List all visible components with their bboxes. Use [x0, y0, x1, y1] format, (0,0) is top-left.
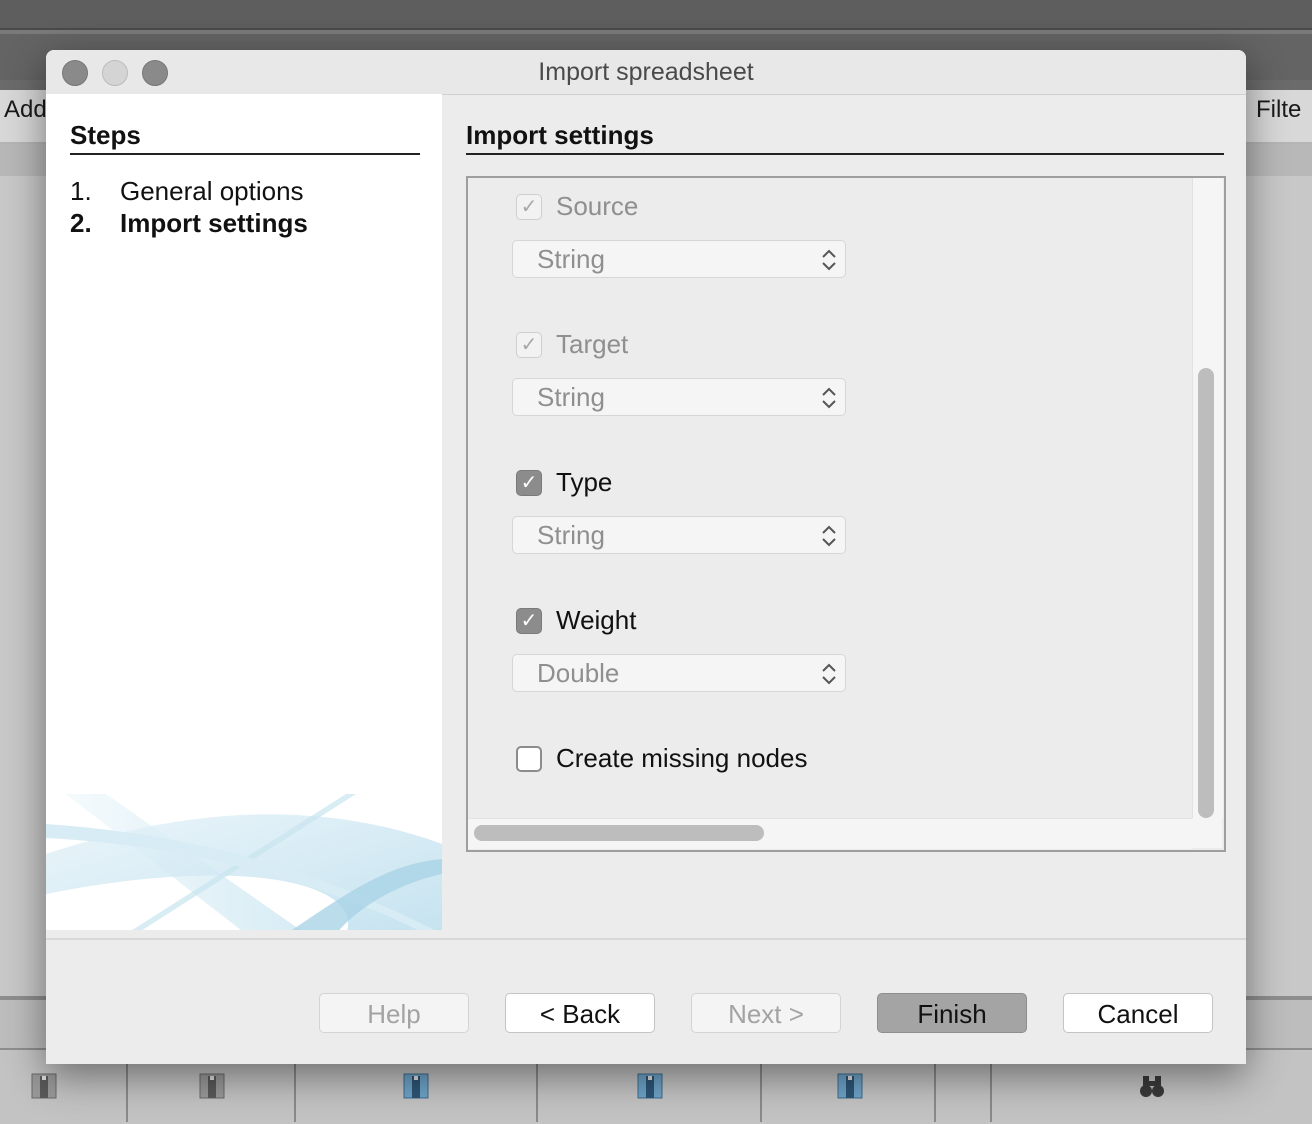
settings-heading: Import settings	[466, 120, 1224, 155]
data-table-icon[interactable]	[636, 1072, 664, 1100]
dialog-title-bar: Import spreadsheet	[46, 50, 1246, 95]
settings-scroll-pane: ✓ Source String ✓ Target String ✓ Type S…	[466, 176, 1226, 852]
decorative-swoosh	[46, 794, 442, 930]
selected-type: String	[537, 382, 605, 412]
taskbar-separator	[990, 1060, 992, 1122]
taskbar-separator	[126, 1060, 128, 1122]
column-weight-checkbox[interactable]: ✓	[516, 607, 542, 634]
selected-type: String	[537, 520, 605, 550]
back-button[interactable]: < Back	[505, 993, 655, 1033]
column-type-type-select[interactable]: String	[512, 516, 846, 554]
step-number: 1.	[70, 176, 92, 206]
create-missing-nodes-row[interactable]: Create missing nodes	[516, 743, 807, 774]
import-spreadsheet-dialog: Import spreadsheet Steps 1. General optio…	[46, 50, 1246, 1064]
background-add-button[interactable]: Add	[4, 96, 47, 124]
taskbar-separator	[536, 1060, 538, 1122]
taskbar-separator	[934, 1060, 936, 1122]
steps-heading: Steps	[70, 120, 420, 155]
binoculars-icon[interactable]	[1138, 1072, 1166, 1100]
taskbar-separator	[760, 1060, 762, 1122]
step-label: General options	[120, 176, 304, 206]
create-missing-nodes-checkbox[interactable]	[516, 745, 542, 772]
column-weight-label: Weight	[556, 605, 637, 635]
dialog-title: Import spreadsheet	[538, 58, 754, 86]
column-type-checkbox[interactable]: ✓	[516, 469, 542, 496]
column-weight-checkbox-row[interactable]: ✓ Weight	[516, 605, 636, 636]
selected-type: Double	[537, 658, 620, 688]
column-source-checkbox-row[interactable]: ✓ Source	[516, 191, 638, 222]
chevron-up-down-icon	[822, 387, 836, 409]
help-button[interactable]: Help	[319, 993, 469, 1033]
column-target-label: Target	[556, 329, 629, 359]
chevron-up-down-icon	[822, 249, 836, 271]
data-table-icon[interactable]	[30, 1072, 58, 1100]
background-title-bar	[0, 0, 1312, 30]
vertical-scrollbar-thumb[interactable]	[1198, 368, 1214, 818]
column-target-type-select[interactable]: String	[512, 378, 846, 416]
background-filter-button[interactable]: Filte	[1256, 96, 1301, 124]
step-number: 2.	[70, 208, 92, 238]
taskbar-separator	[294, 1060, 296, 1122]
data-table-icon[interactable]	[198, 1072, 226, 1100]
column-type-checkbox-row[interactable]: ✓ Type	[516, 467, 612, 498]
step-label: Import settings	[120, 208, 308, 238]
step-general-options: 1. General options	[70, 176, 304, 207]
column-source-checkbox[interactable]: ✓	[516, 193, 542, 220]
selected-type: String	[537, 244, 605, 274]
column-target-checkbox[interactable]: ✓	[516, 331, 542, 358]
scroll-corner	[1192, 818, 1222, 848]
column-target-checkbox-row[interactable]: ✓ Target	[516, 329, 628, 360]
finish-button[interactable]: Finish	[877, 993, 1027, 1033]
settings-viewport: ✓ Source String ✓ Target String ✓ Type S…	[468, 178, 1192, 818]
column-type-label: Type	[556, 467, 613, 497]
column-weight-type-select[interactable]: Double	[512, 654, 846, 692]
cancel-button[interactable]: Cancel	[1063, 993, 1213, 1033]
step-import-settings: 2. Import settings	[70, 208, 308, 239]
horizontal-scrollbar-thumb[interactable]	[474, 825, 764, 841]
data-table-icon[interactable]	[836, 1072, 864, 1100]
next-button[interactable]: Next >	[691, 993, 841, 1033]
chevron-up-down-icon	[822, 663, 836, 685]
column-source-type-select[interactable]: String	[512, 240, 846, 278]
button-bar-divider	[46, 938, 1246, 940]
chevron-up-down-icon	[822, 525, 836, 547]
steps-panel: Steps 1. General options 2. Import setting…	[46, 94, 442, 930]
column-source-label: Source	[556, 191, 639, 221]
create-missing-nodes-label: Create missing nodes	[556, 743, 808, 773]
data-table-icon[interactable]	[402, 1072, 430, 1100]
